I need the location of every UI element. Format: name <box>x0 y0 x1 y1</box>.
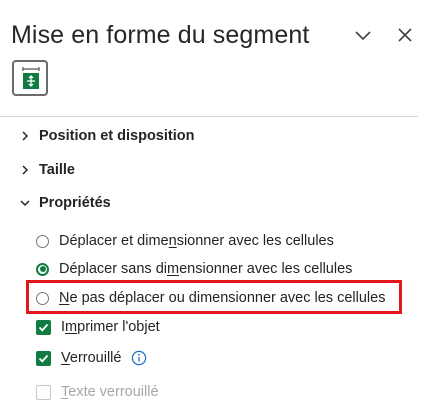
close-icon <box>398 28 412 42</box>
chevron-right-icon <box>22 165 29 175</box>
size-properties-icon <box>22 67 40 89</box>
highlight-box <box>26 280 402 314</box>
checkbox-disabled[interactable] <box>36 384 51 400</box>
checkbox-print-object-label: Imprimer l'objet <box>61 319 160 335</box>
checkbox-locked-label: Verrouillé <box>61 350 122 366</box>
radio-move-no-size-label: Déplacer sans dimensionner avec les cell… <box>59 261 353 277</box>
divider <box>0 116 418 117</box>
collapse-pane-button[interactable] <box>352 24 374 46</box>
checkmark-icon <box>38 323 49 332</box>
radio-button[interactable] <box>36 234 49 248</box>
info-icon[interactable] <box>131 350 147 366</box>
radio-move-and-size[interactable]: Déplacer et dimensionner avec les cellul… <box>36 229 334 253</box>
checkbox-locked[interactable]: Verrouillé <box>36 346 147 370</box>
radio-button-checked[interactable] <box>36 262 49 276</box>
section-properties[interactable]: Propriétés <box>18 190 111 216</box>
section-size[interactable]: Taille <box>18 157 75 183</box>
checkbox-lock-text[interactable]: Texte verrouillé <box>36 380 159 404</box>
radio-move-and-size-label: Déplacer et dimensionner avec les cellul… <box>59 233 334 249</box>
checkbox-lock-text-label: Texte verrouillé <box>61 384 159 400</box>
chevron-down-icon <box>20 200 30 207</box>
close-pane-button[interactable] <box>394 24 416 46</box>
pane-title: Mise en forme du segment <box>11 21 310 49</box>
section-properties-label: Propriétés <box>39 195 111 211</box>
checkbox-checked[interactable] <box>36 350 51 366</box>
chevron-right-icon <box>22 131 29 141</box>
radio-move-no-size[interactable]: Déplacer sans dimensionner avec les cell… <box>36 257 352 281</box>
section-size-label: Taille <box>39 162 75 178</box>
checkbox-checked[interactable] <box>36 319 51 335</box>
section-position-label: Position et disposition <box>39 128 195 144</box>
section-position[interactable]: Position et disposition <box>18 123 194 149</box>
size-properties-tab[interactable] <box>12 60 48 96</box>
checkmark-icon <box>38 354 49 363</box>
checkbox-print-object[interactable]: Imprimer l'objet <box>36 315 160 339</box>
chevron-down-icon <box>355 31 371 41</box>
